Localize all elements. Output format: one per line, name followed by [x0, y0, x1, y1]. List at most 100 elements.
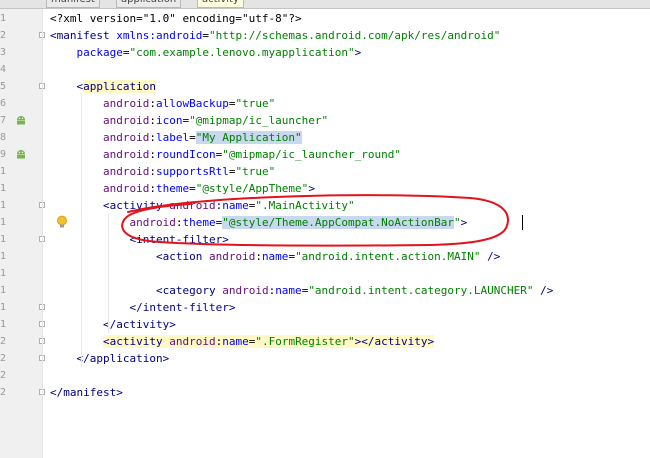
code-token-txt: =	[189, 131, 196, 144]
code-token-txt: <?xml version="1.0" encoding="utf-8"?>	[50, 12, 302, 25]
tab-activity[interactable]: activity	[197, 0, 244, 8]
code-token-tag: <intent-filter>	[129, 233, 229, 246]
code-token-val: ".MainActivity"	[255, 199, 355, 212]
code-token-attr: icon	[155, 114, 183, 127]
code-line[interactable]: <intent-filter>	[50, 231, 229, 248]
line-number: 22	[0, 370, 6, 381]
code-line[interactable]: android:theme="@style/Theme.AppCompat.No…	[50, 214, 467, 231]
code-line[interactable]: <?xml version="1.0" encoding="utf-8"?>	[50, 10, 302, 27]
code-token-tag: </application>	[76, 352, 170, 365]
code-token-attr: xmlns:android	[116, 29, 203, 42]
android-round-icon[interactable]	[15, 148, 27, 159]
code-token-ns: android	[102, 131, 150, 144]
code-token-tag: >	[354, 46, 362, 59]
tab-manifest[interactable]: manifest	[46, 0, 100, 8]
text-caret	[522, 215, 523, 230]
code-line[interactable]: android:theme="@style/AppTheme">	[50, 180, 315, 197]
code-line[interactable]: android:icon="@mipmap/ic_launcher"	[50, 112, 328, 129]
code-token-val: "@style/Theme.AppCompat.NoActionBar	[222, 216, 455, 229]
code-token-tag: <activity	[102, 199, 170, 212]
line-number: 13	[0, 217, 6, 228]
code-token-txt: :	[149, 114, 156, 127]
tab-application[interactable]: application	[116, 0, 182, 8]
line-number: 1	[0, 13, 6, 24]
code-line[interactable]: </intent-filter>	[50, 299, 235, 316]
code-token-attr: supportsRtl	[155, 165, 229, 178]
code-token-txt: =	[202, 29, 209, 42]
line-number: 12	[0, 200, 6, 211]
line-number: 18	[0, 302, 6, 313]
code-line[interactable]: </application>	[50, 350, 170, 367]
code-line[interactable]: <category android:name="android.intent.c…	[50, 282, 553, 299]
code-token-tag: />	[533, 284, 554, 297]
line-number: 2	[0, 30, 6, 41]
code-token-val: "@mipmap/ic_launcher_round"	[222, 148, 402, 161]
code-line[interactable]: android:label="My Application"	[50, 129, 302, 146]
line-number: 15	[0, 251, 6, 262]
code-line[interactable]: <action android:name="android.intent.act…	[50, 248, 500, 265]
code-line[interactable]: <activity android:name=".MainActivity"	[50, 197, 355, 214]
code-token-ns: android	[129, 216, 176, 229]
code-token-tag: </manifest>	[50, 386, 123, 399]
line-number: 17	[0, 285, 6, 296]
line-number: 4	[0, 64, 6, 75]
code-token-val: "	[454, 216, 461, 229]
line-number: 9	[0, 149, 6, 160]
code-token-tag: <action	[155, 250, 209, 263]
code-token-tag: <activity	[102, 335, 170, 348]
code-token-val: "true"	[235, 97, 276, 110]
code-token-val: "com.example.lenovo.myapplication"	[129, 46, 355, 59]
line-number: 20	[0, 336, 6, 347]
code-token-txt: :	[255, 250, 262, 263]
code-token-attr: theme	[155, 182, 190, 195]
code-line[interactable]: </activity>	[50, 316, 176, 333]
code-token-tag: </activity>	[102, 318, 176, 331]
code-line[interactable]: android:allowBackup="true"	[50, 95, 275, 112]
code-token-ns: android	[222, 284, 269, 297]
code-token-tag: >	[308, 182, 315, 195]
code-line[interactable]: android:roundIcon="@mipmap/ic_launcher_r…	[50, 146, 401, 163]
code-token-tag: />	[480, 250, 501, 263]
code-token-ns: android	[208, 250, 256, 263]
code-token-attr: name	[261, 250, 289, 263]
code-token-txt: :	[149, 148, 156, 161]
code-token-val: ".FormRegister"	[255, 335, 355, 348]
code-line[interactable]: android:supportsRtl="true"	[50, 163, 275, 180]
android-launcher-icon[interactable]	[15, 114, 27, 125]
line-number: 21	[0, 353, 6, 364]
code-token-ns: android	[102, 148, 150, 161]
code-line[interactable]: <activity android:name=".FormRegister"><…	[50, 333, 435, 350]
code-token-tag: <manifest	[50, 29, 117, 42]
code-token-tag: ></activity>	[354, 335, 435, 348]
code-token-attr: package	[76, 46, 123, 59]
code-editor[interactable]: <?xml version="1.0" encoding="utf-8"?> <m…	[43, 10, 650, 458]
code-token-attr: allowBackup	[155, 97, 229, 110]
code-token-attr: label	[155, 131, 190, 144]
code-token-val: "http://schemas.android.com/apk/res/andr…	[208, 29, 501, 42]
indent-guide	[81, 95, 82, 367]
code-token-tag: </intent-filter>	[129, 301, 236, 314]
code-token-ns: android	[169, 199, 216, 212]
code-line[interactable]: package="com.example.lenovo.myapplicatio…	[50, 44, 362, 61]
line-number: 16	[0, 268, 6, 279]
line-number: 8	[0, 132, 6, 143]
code-line[interactable]: <manifest xmlns:android="http://schemas.…	[50, 27, 500, 44]
code-line[interactable]: <application	[50, 78, 156, 95]
code-token-val: "@mipmap/ic_launcher"	[189, 114, 329, 127]
line-number: 3	[0, 47, 6, 58]
editor-tab-strip: manifest application activity	[0, 0, 650, 9]
code-token-txt: :	[149, 165, 156, 178]
code-line[interactable]: </manifest>	[50, 384, 123, 401]
